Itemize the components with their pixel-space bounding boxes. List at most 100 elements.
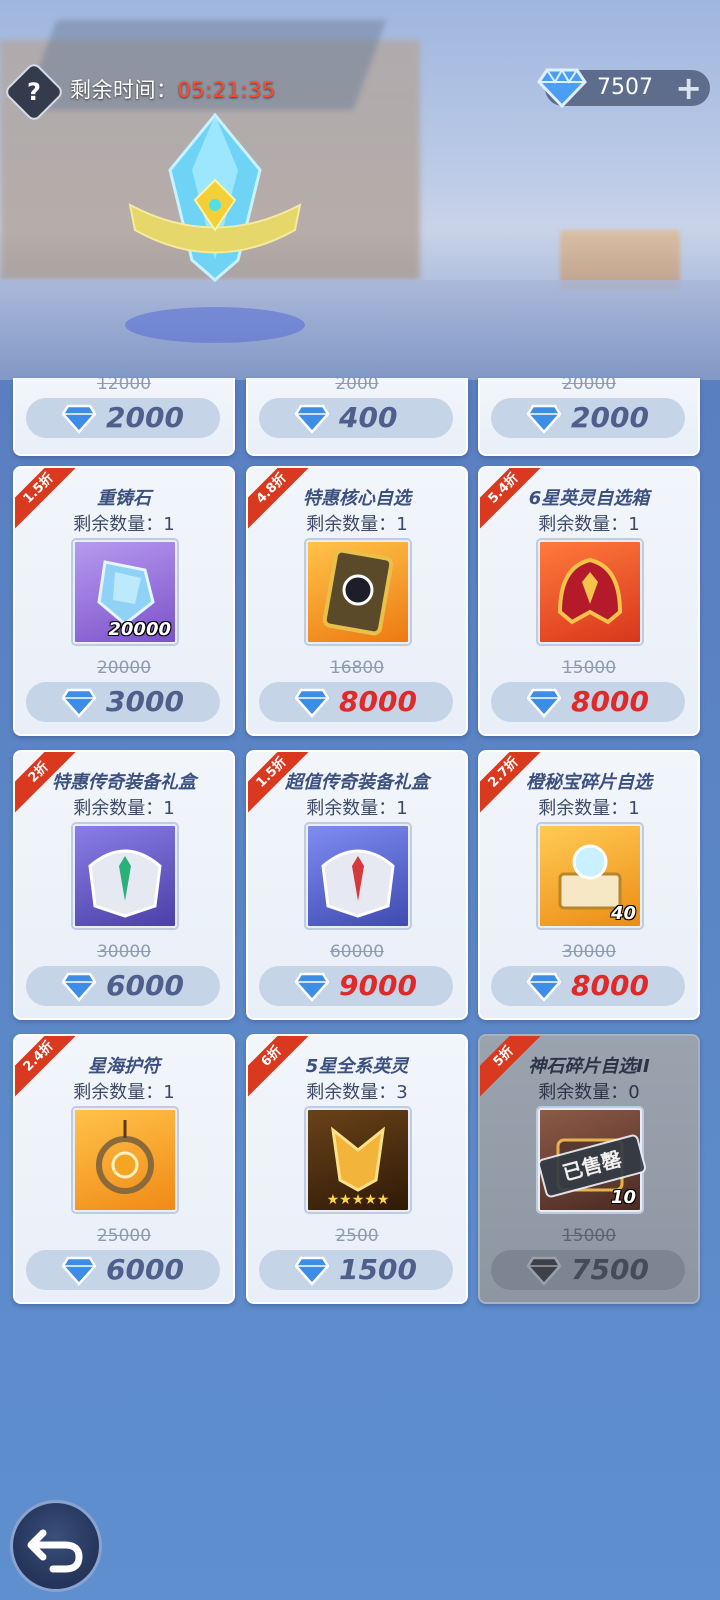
- shop-item-card[interactable]: 1.5折 超值传奇装备礼盒 剩余数量：1 60000 9000: [246, 750, 468, 1020]
- diamond-icon: [62, 1256, 96, 1286]
- item-name: 超值传奇装备礼盒: [285, 772, 429, 793]
- shop-item-card-sold-out: 5折 神石碎片自选II 剩余数量：0 10 已售罄 15000 7500: [478, 1034, 700, 1304]
- svg-text:★★★★★: ★★★★★: [327, 1192, 390, 1208]
- buy-button-disabled: 7500: [491, 1250, 685, 1290]
- remaining-count: 剩余数量：0: [538, 1082, 640, 1103]
- diamond-icon: [62, 404, 96, 434]
- buy-button[interactable]: 400: [259, 398, 453, 438]
- item-name: 特惠传奇装备礼盒: [52, 772, 196, 793]
- item-name: 5星全系英灵: [305, 1056, 409, 1077]
- item-quantity: 40: [610, 903, 636, 924]
- crystal-trophy-icon: [125, 112, 305, 343]
- remaining-count: 剩余数量：1: [306, 514, 408, 535]
- shop-item-card-partial[interactable]: 12000 2000: [13, 378, 235, 456]
- header-banner: ? 剩余时间：05:21:35 7507 +: [0, 0, 720, 380]
- armor-giftbox-icon: [306, 824, 410, 928]
- original-price: 30000: [96, 942, 152, 962]
- shop-item-card[interactable]: 2.4折 星海护符 剩余数量：1 25000 6000: [13, 1034, 235, 1304]
- remaining-count: 剩余数量：1: [73, 798, 175, 819]
- buy-button[interactable]: 3000: [26, 682, 220, 722]
- original-price: 20000: [96, 658, 152, 678]
- shop-item-card-partial[interactable]: 2000 400: [246, 378, 468, 456]
- original-price: 16800: [329, 658, 385, 678]
- sale-price: 6000: [106, 969, 184, 1002]
- sale-price: 9000: [339, 969, 417, 1002]
- diamond-icon: [295, 404, 329, 434]
- armor-giftbox-icon: [73, 824, 177, 928]
- sale-price: 8000: [339, 685, 417, 718]
- diamond-balance: 7507 +: [537, 68, 710, 109]
- remaining-count: 剩余数量：1: [306, 798, 408, 819]
- original-price: 20000: [561, 378, 617, 394]
- timer-label: 剩余时间：: [70, 78, 178, 102]
- item-name: 神石碎片自选II: [528, 1056, 650, 1077]
- shop-item-card[interactable]: 6折 5星全系英灵 剩余数量：3 ★★★★★ 2500 1500: [246, 1034, 468, 1304]
- buy-button[interactable]: 8000: [491, 966, 685, 1006]
- sale-price: 1500: [339, 1253, 417, 1286]
- original-price: 2000: [335, 378, 379, 394]
- sale-price: 2000: [571, 401, 649, 434]
- hero-helmet-icon: [538, 540, 642, 644]
- buy-button[interactable]: 8000: [491, 682, 685, 722]
- shop-item-card[interactable]: 2.7折 橙秘宝碎片自选 剩余数量：1 40 30000 8000: [478, 750, 700, 1020]
- original-price: 25000: [96, 1226, 152, 1246]
- add-diamond-button[interactable]: +: [675, 70, 702, 106]
- buy-button[interactable]: 8000: [259, 682, 453, 722]
- shop-item-card[interactable]: 2折 特惠传奇装备礼盒 剩余数量：1 30000 6000: [13, 750, 235, 1020]
- background-ground: [0, 280, 720, 380]
- sale-price: 8000: [571, 685, 649, 718]
- original-price: 2500: [335, 1226, 379, 1246]
- diamond-icon: [295, 972, 329, 1002]
- remaining-count: 剩余数量：1: [538, 514, 640, 535]
- shop-item-grid: 12000 2000 2000 400 20000 2000 1.5折 重铸石 …: [0, 378, 720, 1340]
- treasure-shard-icon: 40: [538, 824, 642, 928]
- refine-stone-icon: 20000: [73, 540, 177, 644]
- sale-price: 400: [339, 401, 398, 434]
- remaining-count: 剩余数量：1: [73, 514, 175, 535]
- original-price: 30000: [561, 942, 617, 962]
- amulet-icon: [73, 1108, 177, 1212]
- diamond-icon: [527, 404, 561, 434]
- diamond-icon: [62, 688, 96, 718]
- timer-value: 05:21:35: [177, 78, 276, 102]
- item-name: 橙秘宝碎片自选: [526, 772, 652, 793]
- diamond-icon: [62, 972, 96, 1002]
- back-arrow-icon: [27, 1529, 83, 1573]
- sale-price: 7500: [571, 1253, 649, 1286]
- remaining-count: 剩余数量：1: [73, 1082, 175, 1103]
- core-card-icon: [306, 540, 410, 644]
- event-timer: 剩余时间：05:21:35: [70, 74, 276, 104]
- buy-button[interactable]: 6000: [26, 966, 220, 1006]
- diamond-icon: [527, 1256, 561, 1286]
- buy-button[interactable]: 9000: [259, 966, 453, 1006]
- buy-button[interactable]: 6000: [26, 1250, 220, 1290]
- sale-price: 2000: [106, 401, 184, 434]
- question-mark-icon: ?: [27, 78, 41, 106]
- diamond-icon: [537, 68, 587, 109]
- buy-button[interactable]: 2000: [26, 398, 220, 438]
- diamond-icon: [295, 1256, 329, 1286]
- original-price: 12000: [96, 378, 152, 394]
- buy-button[interactable]: 2000: [491, 398, 685, 438]
- item-name: 重铸石: [97, 488, 151, 509]
- diamond-icon: [527, 688, 561, 718]
- original-price: 60000: [329, 942, 385, 962]
- shop-item-card-partial[interactable]: 20000 2000: [478, 378, 700, 456]
- item-quantity: 10: [610, 1187, 636, 1208]
- sale-price: 6000: [106, 1253, 184, 1286]
- original-price: 15000: [561, 1226, 617, 1246]
- diamond-icon: [527, 972, 561, 1002]
- sale-price: 8000: [571, 969, 649, 1002]
- buy-button[interactable]: 1500: [259, 1250, 453, 1290]
- shop-item-card[interactable]: 1.5折 重铸石 剩余数量：1 20000 20000 3000: [13, 466, 235, 736]
- item-name: 星海护符: [88, 1056, 160, 1077]
- shop-item-card[interactable]: 5.4折 6星英灵自选箱 剩余数量：1 15000 8000: [478, 466, 700, 736]
- diamond-amount: 7507: [597, 75, 653, 100]
- item-name: 特惠核心自选: [303, 488, 411, 509]
- back-button[interactable]: [10, 1500, 102, 1592]
- original-price: 15000: [561, 658, 617, 678]
- item-name: 6星英灵自选箱: [528, 488, 650, 509]
- sale-price: 3000: [106, 685, 184, 718]
- shop-item-card[interactable]: 4.8折 特惠核心自选 剩余数量：1 16800 8000: [246, 466, 468, 736]
- five-star-hero-icon: ★★★★★: [306, 1108, 410, 1212]
